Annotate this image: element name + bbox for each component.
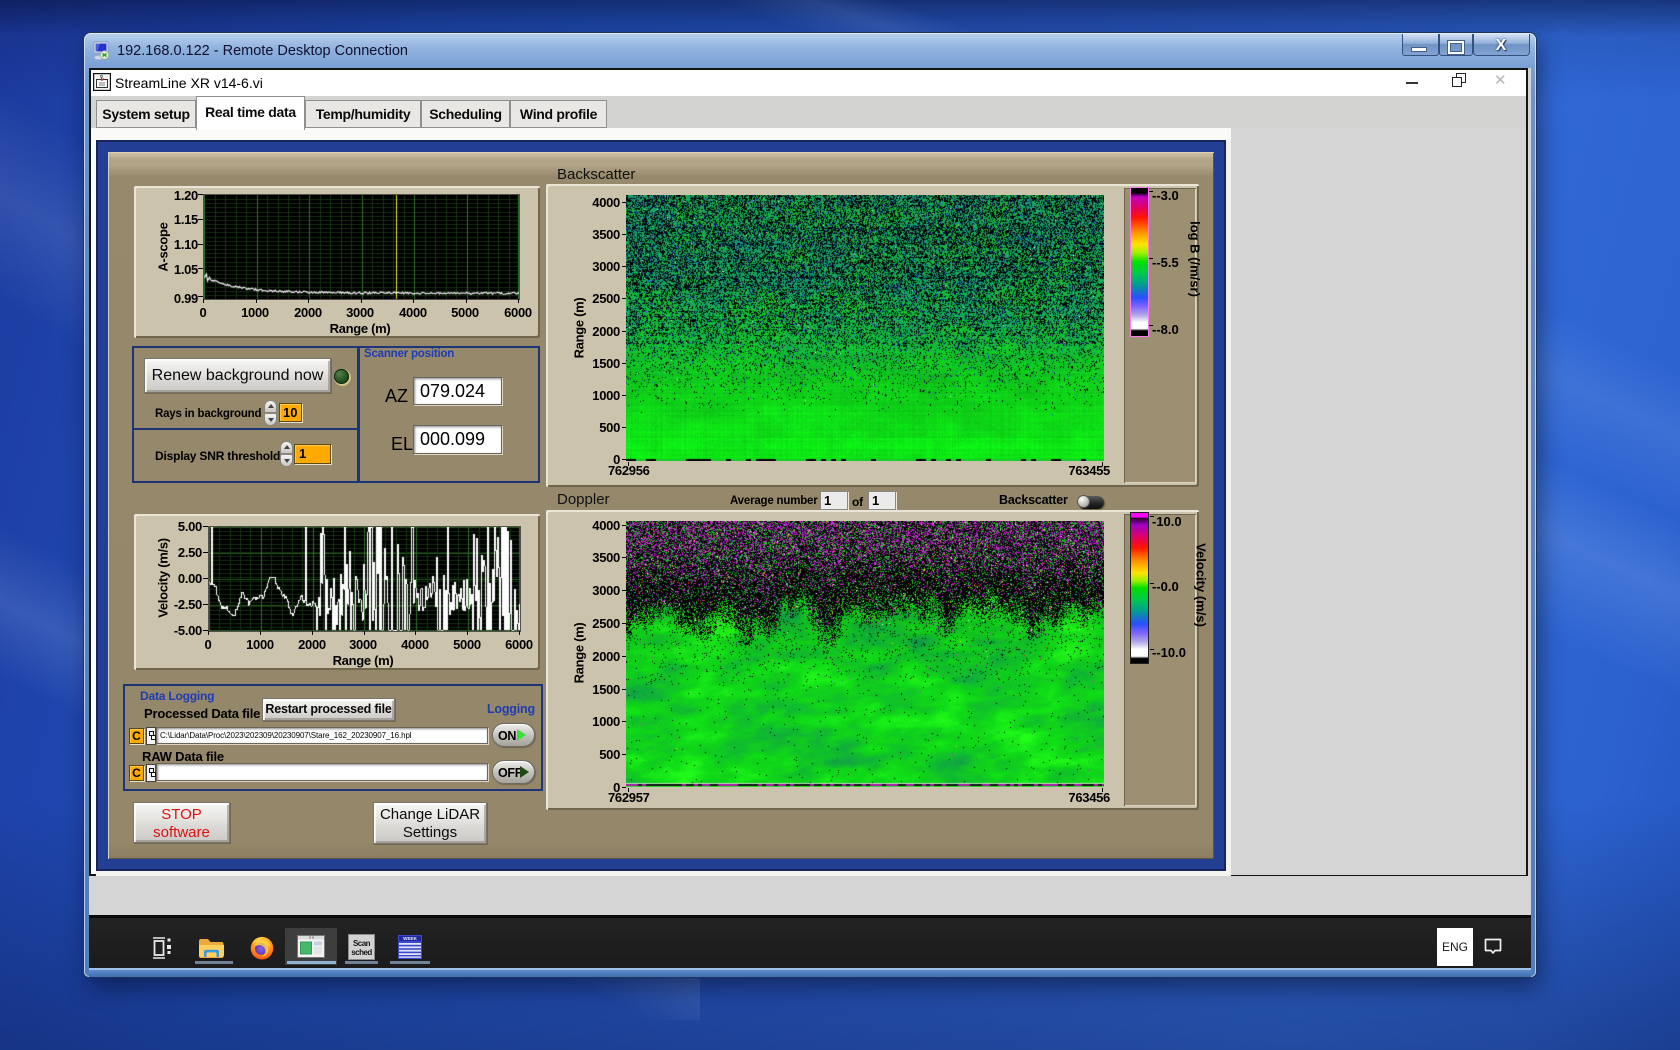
svg-text:WEEK: WEEK xyxy=(403,936,417,941)
